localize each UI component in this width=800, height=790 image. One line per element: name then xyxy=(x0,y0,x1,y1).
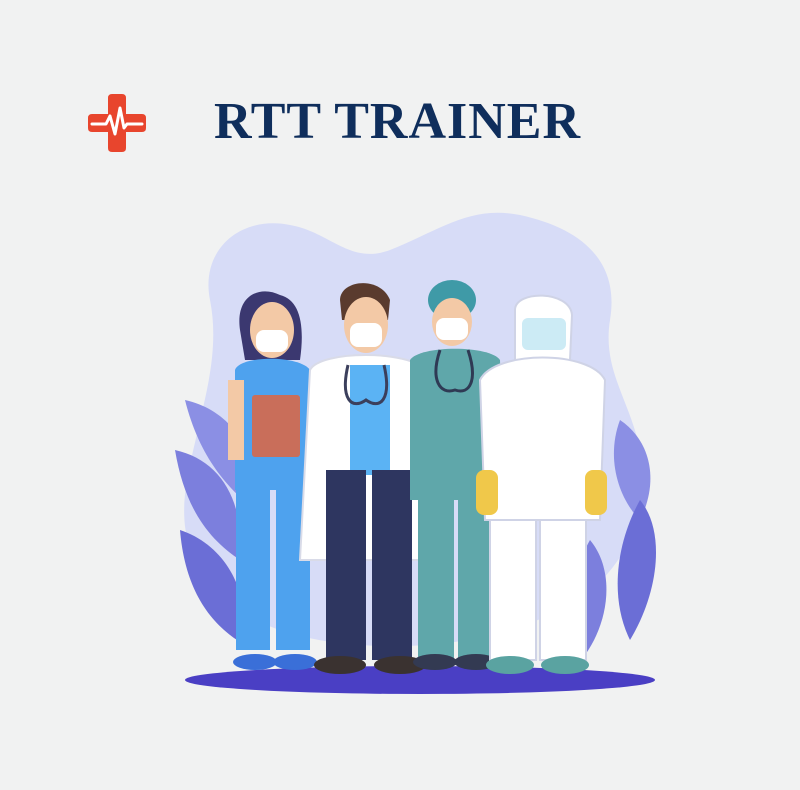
medical-staff-illustration xyxy=(175,212,657,694)
